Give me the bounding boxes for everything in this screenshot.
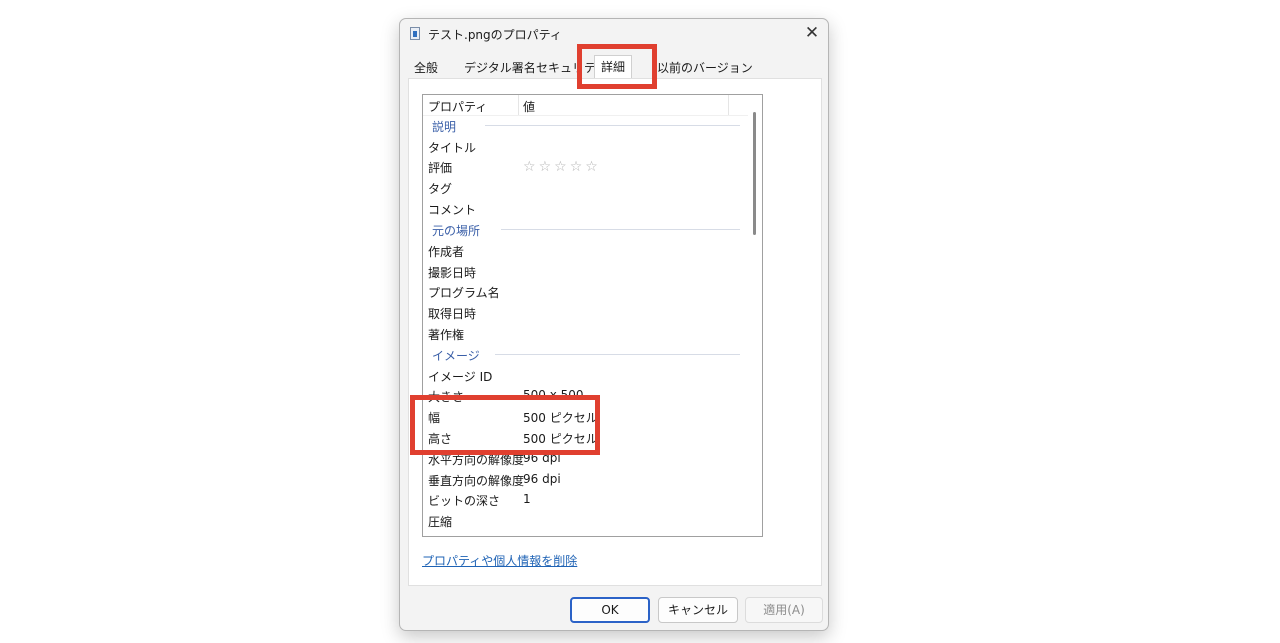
properties-dialog: テスト.pngのプロパティ ✕ 全般 デジタル署名 セキュリティ 詳細 以前のバ… — [399, 18, 829, 631]
window-title: テスト.pngのプロパティ — [428, 28, 562, 42]
title-bar: テスト.pngのプロパティ ✕ — [400, 19, 828, 49]
star-icon[interactable]: ☆ — [539, 159, 552, 175]
group-divider — [485, 125, 740, 126]
list-item[interactable]: 垂直方向の解像度 96 dpi — [423, 469, 748, 489]
remove-properties-link[interactable]: プロパティや個人情報を削除 — [422, 552, 577, 569]
list-item[interactable]: 圧縮 — [423, 510, 748, 530]
group-divider — [501, 229, 740, 230]
file-icon — [410, 27, 420, 40]
group-label: 元の場所 — [432, 224, 481, 238]
list-header: プロパティ 値 — [423, 95, 748, 116]
column-header-property[interactable]: プロパティ — [428, 98, 487, 115]
property-name: 評価 — [428, 161, 453, 175]
list-item[interactable]: タイトル — [423, 136, 748, 156]
apply-button[interactable]: 適用(A) — [745, 597, 823, 623]
list-item[interactable]: プログラム名 — [423, 281, 748, 301]
star-icon[interactable]: ☆ — [585, 159, 598, 175]
close-button[interactable]: ✕ — [796, 19, 828, 49]
tab-bar: 全般 デジタル署名 セキュリティ 詳細 以前のバージョン — [408, 55, 820, 80]
property-value: 96 dpi — [523, 472, 561, 486]
group-header-origin[interactable]: 元の場所 — [423, 219, 748, 239]
property-name: 高さ — [428, 432, 453, 446]
property-value: 96 dpi — [523, 451, 561, 465]
property-name: 圧縮 — [428, 515, 453, 529]
list-item[interactable]: コメント — [423, 198, 748, 218]
details-panel: プロパティ 値 説明 タイトル 評価 ☆ ☆ ☆ ☆ ☆ タグ コメント 元の場… — [408, 78, 822, 586]
property-name: 著作権 — [428, 328, 465, 342]
list-item[interactable]: 水平方向の解像度 96 dpi — [423, 448, 748, 468]
list-item[interactable]: 著作権 — [423, 323, 748, 343]
column-divider[interactable] — [518, 95, 519, 115]
property-value: 1 — [523, 492, 531, 506]
tab-previous-versions[interactable]: 以前のバージョン — [651, 57, 759, 79]
property-name: 大きさ — [428, 390, 465, 404]
list-item[interactable]: イメージ ID — [423, 365, 748, 385]
list-item[interactable]: 大きさ 500 x 500 — [423, 385, 748, 405]
cancel-button[interactable]: キャンセル — [658, 597, 738, 623]
star-icon[interactable]: ☆ — [570, 159, 583, 175]
vertical-scrollbar[interactable] — [748, 95, 762, 536]
column-header-value[interactable]: 値 — [523, 98, 535, 115]
property-name: イメージ ID — [428, 370, 493, 384]
star-icon[interactable]: ☆ — [554, 159, 567, 175]
tab-general[interactable]: 全般 — [408, 57, 444, 79]
property-name: 撮影日時 — [428, 266, 477, 280]
group-label: 説明 — [432, 120, 457, 134]
rating-stars[interactable]: ☆ ☆ ☆ ☆ ☆ — [523, 159, 601, 175]
list-item[interactable]: 取得日時 — [423, 302, 748, 322]
property-value: 500 ピクセル — [523, 411, 598, 425]
property-name: 作成者 — [428, 245, 465, 259]
group-label: イメージ — [432, 349, 480, 363]
list-item[interactable]: 評価 ☆ ☆ ☆ ☆ ☆ — [423, 156, 748, 176]
property-name: 取得日時 — [428, 307, 477, 321]
property-name: コメント — [428, 203, 477, 217]
property-value: 500 ピクセル — [523, 432, 598, 446]
property-name: タイトル — [428, 141, 477, 155]
group-header-image[interactable]: イメージ — [423, 344, 748, 364]
list-item[interactable]: ビットの深さ 1 — [423, 489, 748, 509]
property-name: 幅 — [428, 411, 441, 425]
star-icon[interactable]: ☆ — [523, 159, 536, 175]
list-item[interactable]: タグ — [423, 177, 748, 197]
group-header-description[interactable]: 説明 — [423, 115, 748, 135]
property-name: タグ — [428, 182, 453, 196]
list-item[interactable]: 高さ 500 ピクセル — [423, 427, 748, 447]
list-item[interactable]: 幅 500 ピクセル — [423, 406, 748, 426]
list-item[interactable]: 撮影日時 — [423, 261, 748, 281]
property-name: ビットの深さ — [428, 494, 501, 508]
scrollbar-thumb[interactable] — [753, 112, 756, 235]
property-value: 500 x 500 — [523, 388, 584, 402]
property-name: 垂直方向の解像度 — [428, 474, 525, 488]
property-name: プログラム名 — [428, 286, 500, 300]
group-divider — [495, 354, 740, 355]
ok-button[interactable]: OK — [570, 597, 650, 623]
list-rows: 説明 タイトル 評価 ☆ ☆ ☆ ☆ ☆ タグ コメント 元の場所 作成者 撮影… — [423, 115, 748, 536]
property-name: 水平方向の解像度 — [428, 453, 525, 467]
tab-details[interactable]: 詳細 — [594, 55, 633, 80]
list-item[interactable]: 作成者 — [423, 240, 748, 260]
property-list[interactable]: プロパティ 値 説明 タイトル 評価 ☆ ☆ ☆ ☆ ☆ タグ コメント 元の場… — [422, 94, 763, 537]
column-divider[interactable] — [728, 95, 729, 115]
